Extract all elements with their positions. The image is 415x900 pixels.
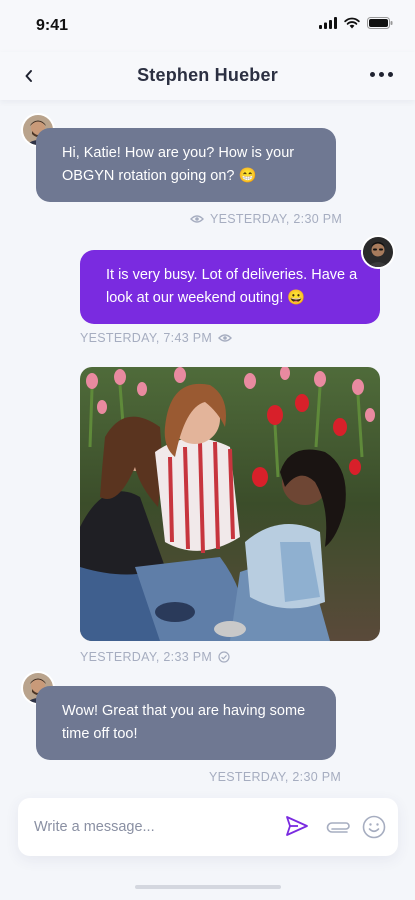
message-meta: YESTERDAY, 2:30 PM <box>190 212 342 226</box>
user-avatar[interactable] <box>361 235 395 269</box>
more-icon <box>370 72 375 77</box>
message-composer <box>18 798 398 856</box>
seen-icon <box>218 334 233 342</box>
message-bubble-incoming[interactable]: Wow! Great that you are having some time… <box>36 686 336 760</box>
message-bubble-incoming[interactable]: Hi, Katie! How are you? How is your OBGY… <box>36 128 336 202</box>
photo-image <box>80 367 380 641</box>
signal-icon <box>319 17 337 29</box>
avatar-image <box>363 237 393 267</box>
message-text: It is very busy. Lot of deliveries. Have… <box>106 267 358 306</box>
message-input[interactable] <box>34 816 274 838</box>
battery-icon <box>367 17 393 29</box>
chat-header: Stephen Hueber <box>0 52 415 100</box>
message-timestamp: YESTERDAY, 2:30 PM <box>210 212 343 226</box>
message-meta: YESTERDAY, 2:30 PM <box>209 770 341 784</box>
message-meta: YESTERDAY, 7:43 PM <box>80 331 233 345</box>
status-bar: 9:41 <box>0 0 415 52</box>
message-timestamp: YESTERDAY, 2:30 PM <box>209 770 342 784</box>
seen-icon <box>190 215 204 223</box>
message-text: Hi, Katie! How are you? How is your OBGY… <box>62 145 295 184</box>
message-text: Wow! Great that you are having some time… <box>62 703 306 742</box>
shared-photo[interactable] <box>80 367 380 641</box>
message-timestamp: YESTERDAY, 2:33 PM <box>80 650 213 664</box>
more-options-button[interactable] <box>370 72 393 77</box>
send-icon[interactable] <box>285 815 309 837</box>
sent-check-icon <box>218 651 230 663</box>
emoji-icon[interactable] <box>362 815 386 839</box>
status-time: 9:41 <box>36 17 69 34</box>
wifi-icon <box>344 17 360 29</box>
message-bubble-outgoing[interactable]: It is very busy. Lot of deliveries. Have… <box>80 250 380 324</box>
contact-name: Stephen Hueber <box>137 65 278 85</box>
message-meta: YESTERDAY, 2:33 PM <box>80 650 230 664</box>
message-timestamp: YESTERDAY, 7:43 PM <box>80 331 213 345</box>
status-icons <box>319 17 393 29</box>
attach-icon[interactable] <box>326 819 352 833</box>
home-indicator[interactable] <box>135 885 281 889</box>
